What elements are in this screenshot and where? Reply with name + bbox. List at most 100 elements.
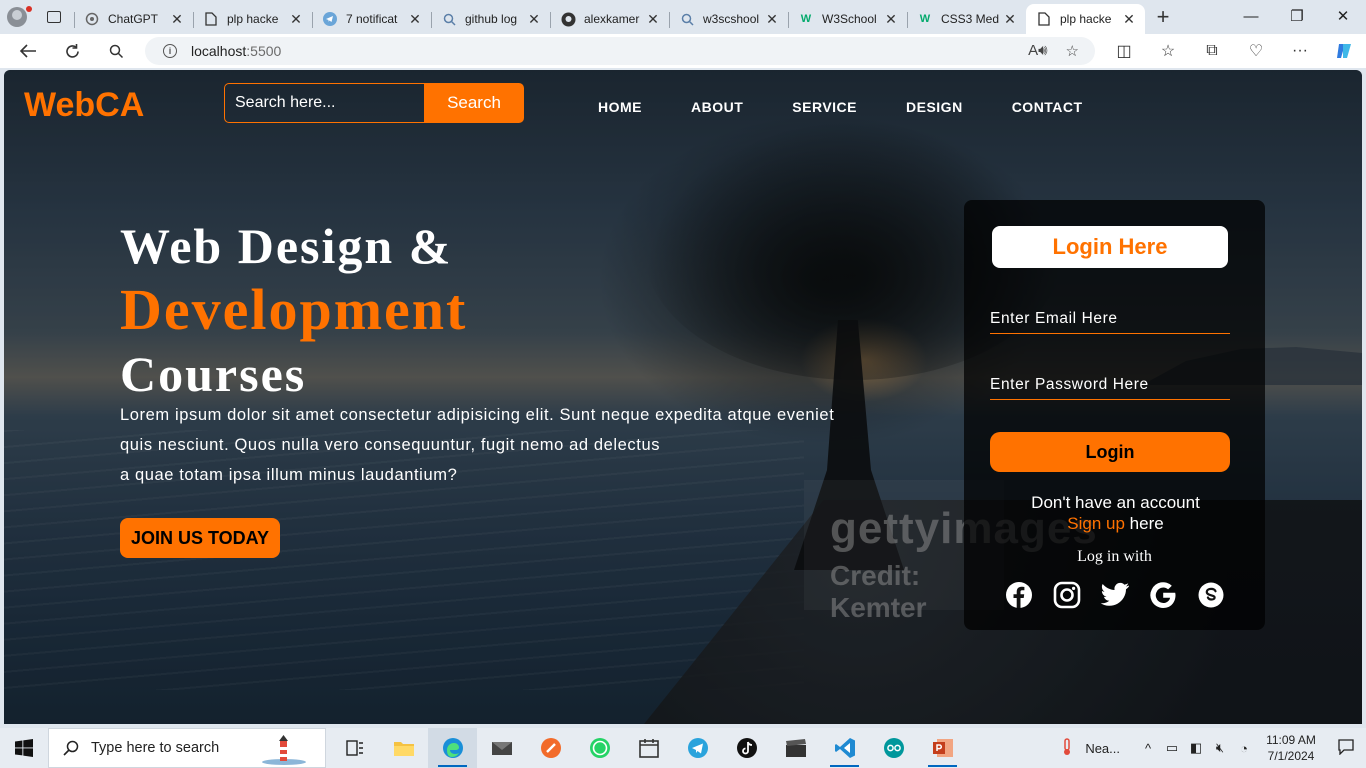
search-icon [63,740,79,756]
login-button[interactable]: Login [990,432,1230,472]
signup-suffix: here [1124,514,1164,533]
nav-design[interactable]: DESIGN [906,99,963,115]
browser-essentials-icon[interactable]: ♡ [1234,34,1278,68]
tab-css3-media[interactable]: W CSS3 Med ✕ [907,4,1026,34]
github-icon [560,11,576,27]
tab-plp-hacke[interactable]: plp hacke ✕ [193,4,312,34]
powerpoint-icon[interactable] [918,728,967,768]
tab-w3schools[interactable]: W W3School ✕ [788,4,907,34]
site-search-input[interactable] [224,83,424,123]
battery-icon[interactable]: ▭ [1160,740,1184,756]
tab-github-log[interactable]: github log ✕ [431,4,550,34]
social-login-icons [1004,580,1226,610]
more-options-icon[interactable]: ··· [1278,34,1322,68]
join-us-button[interactable]: JOIN US TODAY [120,518,280,558]
weather-label[interactable]: Nea... [1085,741,1120,756]
file-explorer-icon[interactable] [379,728,428,768]
tiktok-icon[interactable] [722,728,771,768]
tab-label: w3scshool [703,12,760,26]
tab-close-icon[interactable]: ✕ [407,11,423,28]
favorites-icon[interactable]: ☆ [1146,34,1190,68]
nav-about[interactable]: ABOUT [691,99,743,115]
minimize-button[interactable]: — [1228,0,1274,32]
tab-chatgpt[interactable]: ChatGPT ✕ [74,4,193,34]
arduino-icon[interactable] [869,728,918,768]
site-logo[interactable]: WebCA [24,86,144,125]
mail-icon[interactable] [477,728,526,768]
site-search-button[interactable]: Search [424,83,524,123]
tab-label: plp hacke [227,12,279,26]
tab-close-icon[interactable]: ✕ [764,11,780,28]
signup-link[interactable]: Sign up [1067,514,1125,533]
volume-icon[interactable]: 🔇︎ [1208,740,1232,756]
tab-close-icon[interactable]: ✕ [1002,11,1018,28]
collections-icon[interactable]: ⧉ [1190,34,1234,68]
chevron-up-icon[interactable]: ^ [1136,741,1160,756]
copilot-icon[interactable] [1322,34,1366,68]
tab-w3scshool-search[interactable]: w3scshool ✕ [669,4,788,34]
address-bar[interactable]: i localhost:5500 A🔊︎ ☆ [145,37,1095,65]
windows-taskbar: Type here to search Nea... ^ ▭ ◧ 🔇︎ ◔ 11… [0,728,1366,768]
twitter-icon[interactable] [1100,580,1130,610]
edge-icon[interactable] [428,728,477,768]
notification-icon[interactable] [1326,738,1366,758]
favorite-star-icon[interactable]: ☆ [1066,42,1079,60]
login-form: Login Here Login Don't have an account S… [964,200,1265,630]
site-info-icon[interactable]: i [163,44,177,58]
system-tray: Nea... ^ ▭ ◧ 🔇︎ ◔ 11:09 AM 7/1/2024 [1055,728,1366,768]
app-orange-icon[interactable] [526,728,575,768]
hero-title-line3: Courses [120,346,307,402]
taskbar-clock[interactable]: 11:09 AM 7/1/2024 [1256,732,1326,764]
hero-section: Web Design & Development Courses Lorem i… [120,215,890,558]
split-screen-icon[interactable]: ◫ [1102,34,1146,68]
tab-close-icon[interactable]: ✕ [1121,11,1137,28]
read-aloud-icon[interactable]: A🔊︎ [1028,42,1047,60]
email-field[interactable] [990,304,1230,334]
back-button[interactable] [6,34,50,68]
tab-notifications[interactable]: 7 notificat ✕ [312,4,431,34]
w3schools-icon: W [919,13,931,25]
tab-close-icon[interactable]: ✕ [645,11,661,28]
tab-close-icon[interactable]: ✕ [883,11,899,28]
profile-avatar[interactable] [0,0,34,34]
facebook-icon[interactable] [1004,580,1034,610]
tab-alexkamer[interactable]: alexkamer ✕ [550,4,669,34]
start-button[interactable] [0,728,48,768]
task-view-icon[interactable] [330,728,379,768]
browser-tab-strip: ChatGPT ✕ plp hacke ✕ 7 notificat ✕ gith… [0,0,1366,34]
skype-icon[interactable] [1196,580,1226,610]
tab-close-icon[interactable]: ✕ [526,11,542,28]
security-icon[interactable]: ◧ [1184,740,1208,756]
password-field[interactable] [990,370,1230,400]
hero-description-line: quis nesciunt. Quos nulla vero consequun… [120,436,661,454]
google-icon[interactable] [1148,580,1178,610]
restore-button[interactable]: ❐ [1274,0,1320,32]
tab-label: alexkamer [584,12,640,26]
nav-home[interactable]: HOME [598,99,642,115]
tab-close-icon[interactable]: ✕ [288,11,304,28]
close-window-button[interactable]: ✕ [1320,0,1366,32]
chatgpt-icon [84,11,100,27]
clapper-icon[interactable] [771,728,820,768]
lighthouse-icon [262,735,306,765]
nav-contact[interactable]: CONTACT [1012,99,1083,115]
refresh-button[interactable] [50,34,94,68]
whatsapp-icon[interactable] [575,728,624,768]
calendar-icon[interactable] [624,728,673,768]
weather-icon[interactable] [1055,737,1079,759]
hero-description-line: Lorem ipsum dolor sit amet consectetur a… [120,406,835,424]
wifi-icon[interactable]: ◔ [1232,741,1256,756]
telegram-icon[interactable] [673,728,722,768]
vscode-icon[interactable] [820,728,869,768]
tab-actions-button[interactable] [34,0,74,34]
page-icon [1036,11,1052,27]
new-tab-button[interactable]: + [1145,0,1181,34]
taskbar-search[interactable]: Type here to search [48,728,326,768]
tab-plp-hacke-active[interactable]: plp hacke ✕ [1026,4,1145,34]
instagram-icon[interactable] [1052,580,1082,610]
search-icon [441,11,457,27]
tab-label: ChatGPT [108,12,159,26]
tab-close-icon[interactable]: ✕ [169,11,185,28]
search-tab-button[interactable] [94,34,138,68]
nav-service[interactable]: SERVICE [792,99,857,115]
